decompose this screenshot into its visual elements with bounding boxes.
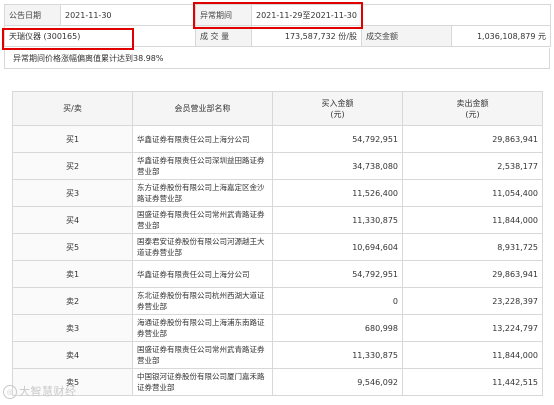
row-broker: 海通证券股份有限公司上海浦东南路证券营业部 [132, 314, 273, 342]
row-broker: 华鑫证券有限责任公司深圳益田路证券营业部 [132, 152, 273, 180]
abnormal-period-value: 2021-11-29至2021-11-30 [250, 4, 552, 26]
row-buy: 11,330,875 [272, 206, 403, 234]
row-buy: 34,738,080 [272, 152, 403, 180]
announce-date-label: 公告日期 [4, 4, 61, 26]
table-row: 卖5 中国银河证券股份有限公司厦门嘉禾路证券营业部 9,546,092 11,4… [12, 368, 543, 396]
row-side: 买3 [12, 179, 133, 207]
summary-row-volume: 天瑞仪器 (300165) 成 交 量 173,587,732 份/股 成交金额… [4, 25, 552, 47]
row-side: 买2 [12, 152, 133, 180]
row-broker: 华鑫证券有限责任公司上海分公司 [132, 125, 273, 153]
table-row: 买4 国盛证券有限责任公司常州武青路证券营业部 11,330,875 11,84… [12, 206, 543, 234]
row-side: 买4 [12, 206, 133, 234]
amount-label: 成交金额 [361, 25, 452, 47]
table-row: 卖3 海通证券股份有限公司上海浦东南路证券营业部 680,998 13,224,… [12, 314, 543, 342]
row-sell: 11,844,000 [402, 206, 543, 234]
row-buy: 11,330,875 [272, 341, 403, 369]
row-buy: 54,792,951 [272, 260, 403, 288]
row-buy: 0 [272, 287, 403, 315]
row-buy: 54,792,951 [272, 125, 403, 153]
abnormal-period-label: 异常期间 [195, 4, 252, 26]
row-broker: 国盛证券有限责任公司常州武青路证券营业部 [132, 206, 273, 234]
announce-date-value: 2021-11-30 [60, 4, 196, 26]
table-row: 买2 华鑫证券有限责任公司深圳益田路证券营业部 34,738,080 2,538… [12, 152, 543, 180]
table-row: 买1 华鑫证券有限责任公司上海分公司 54,792,951 29,863,941 [12, 125, 543, 153]
watermark-text: 大智慧财经 [19, 385, 77, 398]
table-row: 买3 东方证券股份有限公司上海嘉定区金沙路证券营业部 11,526,400 11… [12, 179, 543, 207]
header-side: 买/卖 [12, 91, 133, 126]
summary-table: 公告日期 2021-11-30 异常期间 2021-11-29至2021-11-… [4, 4, 552, 47]
amount-value: 1,036,108,879 元 [450, 25, 552, 47]
stock-name: 天瑞仪器 (300165) [4, 25, 196, 47]
watermark: ◎ 大智慧财经 [3, 383, 77, 399]
row-sell: 8,931,725 [402, 233, 543, 261]
row-side: 卖3 [12, 314, 133, 342]
header-buy-amount: 买入金额 (元) [272, 91, 403, 126]
row-side: 卖1 [12, 260, 133, 288]
row-sell: 13,224,797 [402, 314, 543, 342]
volume-label: 成 交 量 [195, 25, 252, 47]
row-buy: 9,546,092 [272, 368, 403, 396]
row-sell: 11,054,400 [402, 179, 543, 207]
volume-value: 173,587,732 份/股 [251, 25, 362, 47]
table-header-row: 买/卖 会员营业部名称 买入金额 (元) 卖出金额 (元) [12, 91, 543, 126]
row-sell: 11,442,515 [402, 368, 543, 396]
table-row: 卖2 东北证券股份有限公司杭州西湖大道证券营业部 0 23,228,397 [12, 287, 543, 315]
trading-info-sheet: 公告日期 2021-11-30 异常期间 2021-11-29至2021-11-… [0, 0, 554, 405]
summary-row-dates: 公告日期 2021-11-30 异常期间 2021-11-29至2021-11-… [4, 4, 552, 26]
row-broker: 国泰君安证券股份有限公司河源越王大道证券营业部 [132, 233, 273, 261]
row-broker: 华鑫证券有限责任公司上海分公司 [132, 260, 273, 288]
table-row: 买5 国泰君安证券股份有限公司河源越王大道证券营业部 10,694,604 8,… [12, 233, 543, 261]
row-broker: 国盛证券有限责任公司常州武青路证券营业部 [132, 341, 273, 369]
deviation-note: 异常期间价格涨幅偏离值累计达到38.98% [4, 48, 550, 69]
row-broker: 中国银河证券股份有限公司厦门嘉禾路证券营业部 [132, 368, 273, 396]
row-buy: 10,694,604 [272, 233, 403, 261]
row-side: 卖4 [12, 341, 133, 369]
broker-table: 买/卖 会员营业部名称 买入金额 (元) 卖出金额 (元) 买1 华鑫证券有限责… [12, 91, 543, 396]
row-sell: 23,228,397 [402, 287, 543, 315]
row-sell: 29,863,941 [402, 125, 543, 153]
table-row: 卖4 国盛证券有限责任公司常州武青路证券营业部 11,330,875 11,84… [12, 341, 543, 369]
watermark-logo-icon: ◎ [3, 385, 17, 399]
row-side: 买1 [12, 125, 133, 153]
row-sell: 29,863,941 [402, 260, 543, 288]
row-broker: 东北证券股份有限公司杭州西湖大道证券营业部 [132, 287, 273, 315]
row-buy: 11,526,400 [272, 179, 403, 207]
row-buy: 680,998 [272, 314, 403, 342]
header-broker: 会员营业部名称 [132, 91, 273, 126]
row-sell: 2,538,177 [402, 152, 543, 180]
header-sell-amount: 卖出金额 (元) [402, 91, 543, 126]
row-side: 卖2 [12, 287, 133, 315]
row-sell: 11,844,000 [402, 341, 543, 369]
row-broker: 东方证券股份有限公司上海嘉定区金沙路证券营业部 [132, 179, 273, 207]
table-row: 卖1 华鑫证券有限责任公司上海分公司 54,792,951 29,863,941 [12, 260, 543, 288]
row-side: 买5 [12, 233, 133, 261]
